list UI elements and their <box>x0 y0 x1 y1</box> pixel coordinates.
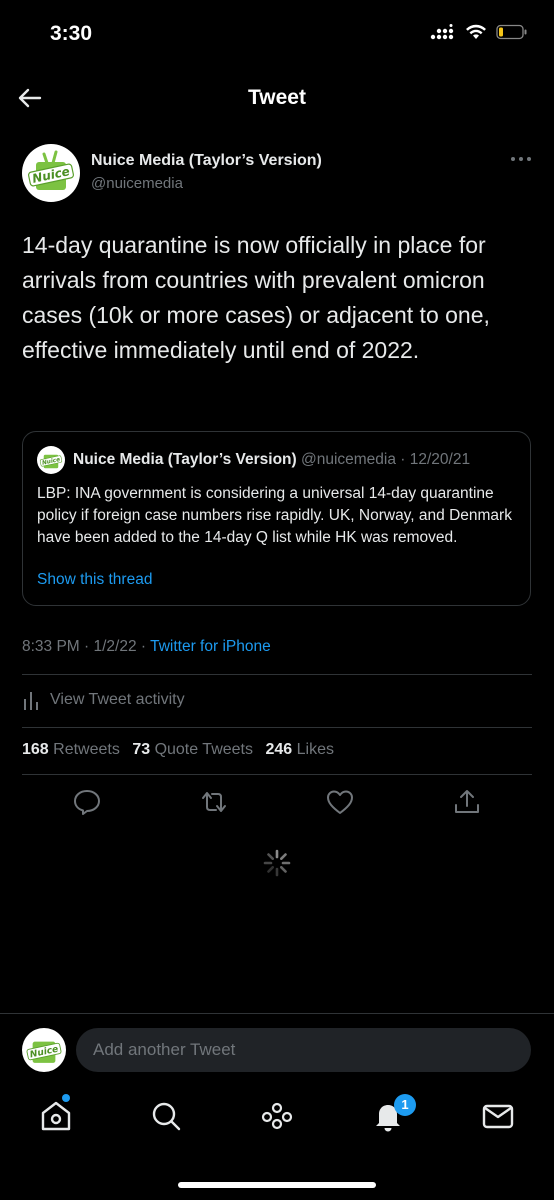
tweet-timestamp: 8:33 PM · 1/2/22 · <box>22 638 151 655</box>
nuice-logo: Nuice <box>27 150 75 190</box>
quote-handle-date: @nuicemedia · 12/20/21 <box>300 451 471 468</box>
reply-input[interactable] <box>76 1028 531 1072</box>
spaces-icon[interactable] <box>259 1098 295 1134</box>
divider <box>22 727 532 728</box>
tweet-author: Nuice Nuice Media (Taylor’s Version) @nu… <box>22 144 534 204</box>
likes-count: 246 <box>265 741 293 758</box>
status-icons <box>430 24 528 40</box>
view-activity-button[interactable]: View Tweet activity <box>22 689 185 711</box>
status-time: 3:30 <box>50 22 93 45</box>
mail-icon[interactable] <box>480 1098 516 1134</box>
more-icon[interactable] <box>510 156 532 162</box>
likes-stat[interactable]: 246 Likes <box>265 741 334 758</box>
quotes-stat[interactable]: 73 Quote Tweets <box>132 741 253 758</box>
tweet-source-link[interactable]: Twitter for iPhone <box>150 638 271 655</box>
quote-meta: @nuicemedia · 12/20/21 <box>301 451 470 468</box>
quoted-tweet[interactable]: Nuice Nuice Media (Taylor’s Version) @nu… <box>22 431 531 606</box>
likes-label: Likes <box>296 741 334 758</box>
battery-icon <box>496 24 527 40</box>
loading-spinner-icon <box>263 849 291 877</box>
status-bar: 3:30 <box>0 0 554 70</box>
show-thread-link[interactable]: Show this thread <box>37 571 152 589</box>
retweets-count: 168 <box>22 741 49 758</box>
quote-avatar: Nuice <box>37 446 65 474</box>
retweets-stat[interactable]: 168 Retweets <box>22 741 120 758</box>
share-icon[interactable] <box>452 787 482 817</box>
retweets-label: Retweets <box>53 741 120 758</box>
home-icon[interactable] <box>38 1098 74 1134</box>
activity-label: View Tweet activity <box>50 691 185 708</box>
tweet-stats: 168 Retweets 73 Quote Tweets 246 Likes <box>22 741 334 759</box>
quote-text: LBP: INA government is considering a uni… <box>37 485 512 546</box>
activity-icon <box>24 692 38 710</box>
retweet-icon[interactable] <box>199 787 229 817</box>
avatar[interactable]: Nuice <box>22 144 80 202</box>
author-handle[interactable]: @nuicemedia <box>91 175 183 192</box>
tweet-text: 14-day quarantine is now officially in p… <box>22 232 490 363</box>
home-unread-dot <box>62 1094 70 1102</box>
reply-avatar: Nuice <box>22 1028 66 1072</box>
reply-icon[interactable] <box>72 787 102 817</box>
tweet-meta: 8:33 PM · 1/2/22 · Twitter for iPhone <box>22 638 271 656</box>
cellular-signal-icon <box>430 24 454 40</box>
wifi-icon <box>466 24 486 39</box>
reply-bar: Nuice <box>0 1013 554 1088</box>
quote-header: Nuice Media (Taylor’s Version) @nuicemed… <box>73 451 470 469</box>
bottom-tab-bar <box>0 1088 554 1158</box>
tweet-actions <box>0 787 554 823</box>
search-icon[interactable] <box>148 1098 184 1134</box>
author-name[interactable]: Nuice Media (Taylor’s Version) <box>91 152 322 170</box>
like-icon[interactable] <box>325 787 355 817</box>
divider <box>22 774 532 775</box>
quotes-count: 73 <box>132 741 151 758</box>
divider <box>22 674 532 675</box>
page-title: Tweet <box>248 86 306 109</box>
notifications-badge: 1 <box>394 1094 416 1116</box>
home-indicator[interactable] <box>178 1182 376 1188</box>
quotes-label: Quote Tweets <box>154 741 253 758</box>
quote-author-name: Nuice Media (Taylor’s Version) <box>73 451 297 468</box>
top-header: Tweet <box>0 70 554 128</box>
